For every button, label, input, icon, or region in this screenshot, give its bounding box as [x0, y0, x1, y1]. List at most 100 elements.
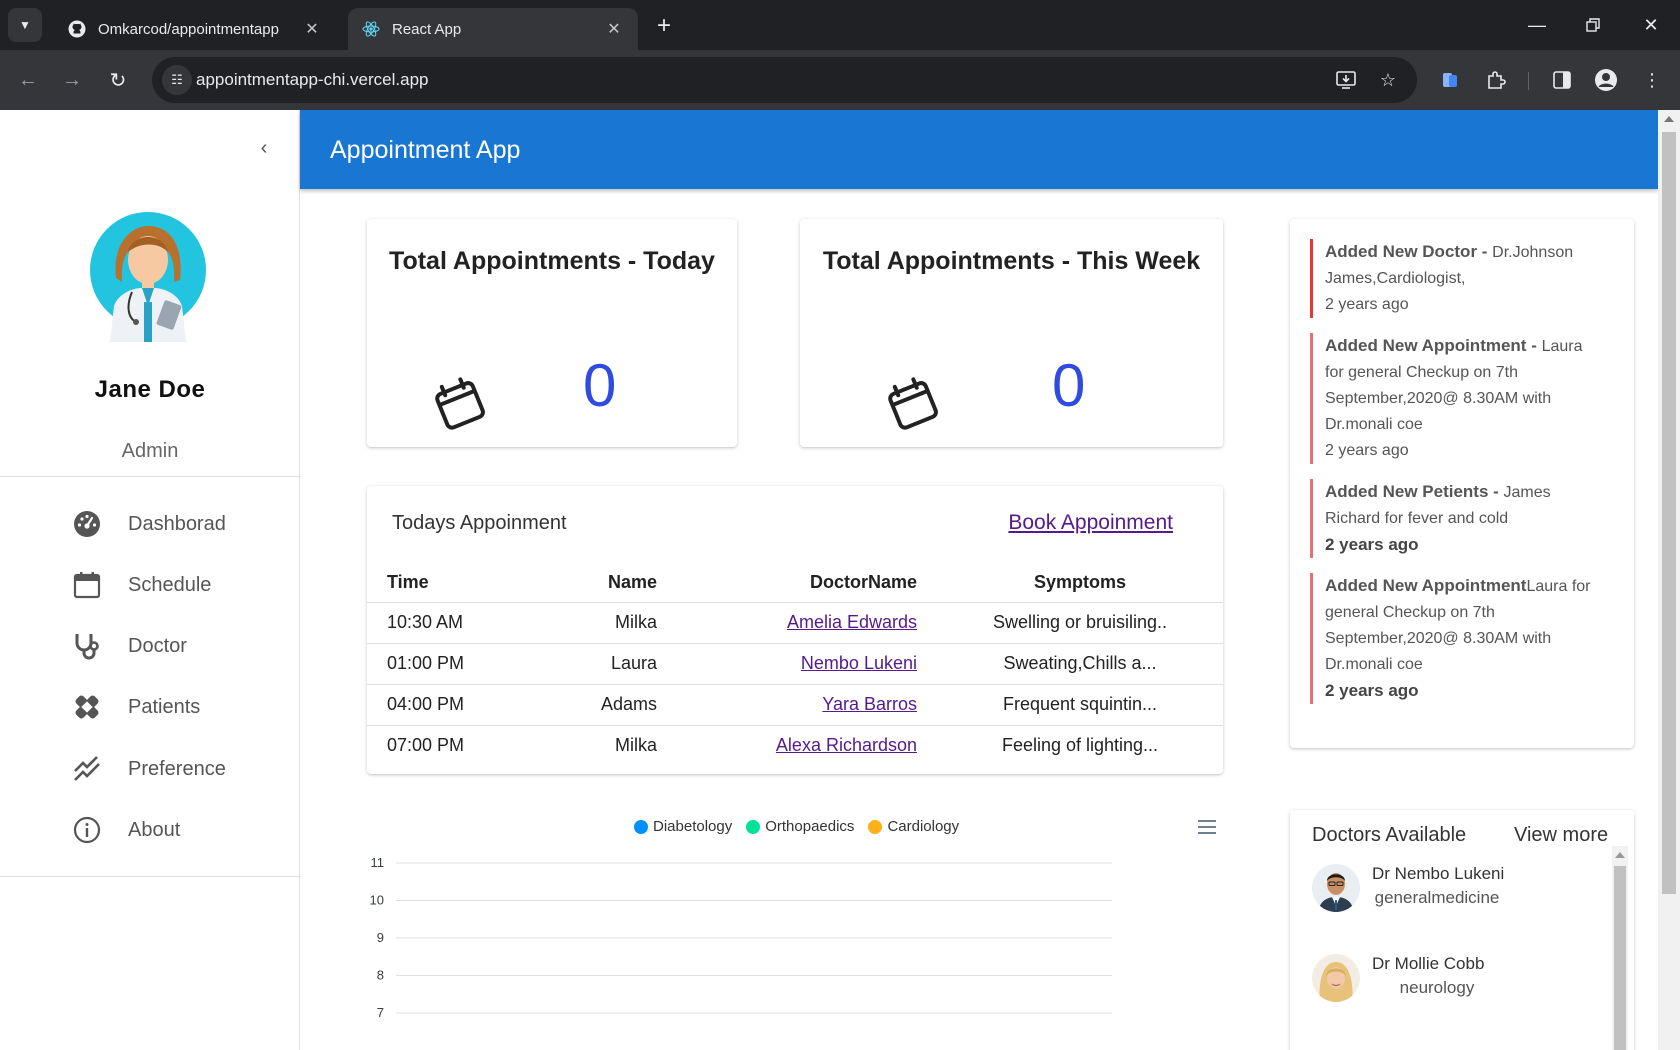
- forward-arrow-icon[interactable]: →: [56, 64, 88, 96]
- activity-title: Added New Doctor -: [1325, 242, 1493, 261]
- chevron-left-icon[interactable]: ‹: [252, 136, 276, 160]
- react-icon: [362, 20, 380, 38]
- page-scrollbar[interactable]: [1658, 110, 1680, 1050]
- legend-item[interactable]: Orthopaedics: [746, 818, 854, 835]
- book-appointment-link[interactable]: Book Appoinment: [1008, 511, 1173, 535]
- view-more-link[interactable]: View more: [1514, 824, 1608, 847]
- reload-icon[interactable]: ↻: [102, 64, 134, 96]
- cell-symptoms: Sweating,Chills a...: [937, 642, 1223, 684]
- legend-dot: [746, 819, 761, 834]
- table-header-row: Time Name DoctorName Symptoms: [367, 564, 1223, 602]
- legend-item[interactable]: Cardiology: [868, 818, 959, 835]
- install-app-icon[interactable]: [1332, 66, 1360, 94]
- extension-app-icon[interactable]: [1434, 64, 1466, 96]
- doctor-avatar: [1312, 954, 1360, 1002]
- doctor-link[interactable]: Yara Barros: [822, 694, 917, 714]
- sidebar-item-preference[interactable]: Preference: [0, 743, 300, 795]
- trend-icon: [72, 754, 102, 784]
- activity-item: Added New Petients - James Richard for f…: [1310, 479, 1600, 558]
- info-icon: [72, 815, 102, 845]
- column-header-time: Time: [387, 572, 429, 593]
- browser-menu-icon[interactable]: ⋮: [1636, 64, 1668, 96]
- chart-menu-icon[interactable]: [1196, 818, 1218, 836]
- new-tab-plus-icon[interactable]: +: [650, 12, 678, 40]
- app-header: Appointment App: [300, 110, 1658, 189]
- close-icon[interactable]: ✕: [302, 19, 322, 39]
- line-chart: 1110987s: [370, 855, 1112, 1020]
- sidebar-item-patients[interactable]: Patients: [0, 681, 300, 733]
- calendar-icon: [72, 570, 102, 600]
- doctor-name: Dr Mollie Cobb: [1372, 954, 1485, 973]
- cell-time: 04:00 PM: [367, 683, 547, 725]
- cell-name: Adams: [547, 683, 677, 725]
- activity-title: Added New Petients -: [1325, 482, 1504, 501]
- activity-card: Added New Doctor - Dr.Johnson James,Card…: [1290, 219, 1634, 748]
- doctor-link[interactable]: Nembo Lukeni: [801, 653, 917, 673]
- legend-label: Orthopaedics: [765, 818, 855, 835]
- sidebar-item-dashboard[interactable]: Dashborad: [0, 498, 300, 550]
- sidebar-item-label: About: [128, 818, 181, 841]
- stat-card-today: Total Appointments - Today 0: [367, 219, 737, 447]
- user-role: Admin: [121, 440, 179, 462]
- sidebar-item-about[interactable]: About: [0, 804, 300, 856]
- chevron-down-icon: ▼: [19, 18, 31, 32]
- bandage-icon: [72, 692, 102, 722]
- cell-name: Milka: [547, 724, 677, 766]
- close-icon[interactable]: ✕: [604, 19, 624, 39]
- extensions-puzzle-icon[interactable]: [1480, 64, 1512, 96]
- profile-avatar-icon[interactable]: [1590, 64, 1622, 96]
- browser-tab-bar: ▼ Omkarcod/appointmentapp ✕ React App ✕ …: [0, 0, 1680, 50]
- minimize-icon[interactable]: —: [1522, 10, 1552, 40]
- stat-title: Total Appointments - Today: [389, 247, 715, 275]
- tab-title: Omkarcod/appointmentapp: [98, 20, 279, 38]
- sidebar-item-label: Dashborad: [128, 512, 226, 535]
- restore-icon[interactable]: [1578, 10, 1608, 40]
- divider: [0, 476, 300, 477]
- table-row: 10:30 AM Milka Amelia Edwards Swelling o…: [367, 601, 1223, 643]
- table-row: 07:00 PM Milka Alexa Richardson Feeling …: [367, 724, 1223, 766]
- cell-symptoms: Frequent squintin...: [937, 683, 1223, 725]
- sidebar-item-label: Patients: [128, 695, 201, 718]
- activity-time: 2 years ago: [1325, 296, 1409, 313]
- back-arrow-icon[interactable]: ←: [12, 64, 44, 96]
- sidebar-item-schedule[interactable]: Schedule: [0, 559, 300, 611]
- doctor-link[interactable]: Alexa Richardson: [776, 735, 917, 755]
- sidebar: ‹ Jane Doe Admin Dashborad Schedule Doct…: [0, 110, 300, 1050]
- address-bar[interactable]: ☷ appointmentapp-chi.vercel.app ☆: [152, 57, 1417, 103]
- doctor-specialty: generalmedicine: [1374, 888, 1500, 907]
- sidebar-item-label: Preference: [128, 757, 226, 780]
- y-tick-label: 10: [370, 893, 384, 908]
- dashboard-gauge-icon: [72, 509, 102, 539]
- y-tick-label: 11: [371, 855, 385, 870]
- side-panel-icon[interactable]: [1546, 64, 1578, 96]
- activity-item: Added New Doctor - Dr.Johnson James,Card…: [1310, 239, 1600, 318]
- activity-time: 2 years ago: [1325, 442, 1409, 459]
- site-settings-icon[interactable]: ☷: [162, 65, 192, 95]
- stat-card-week: Total Appointments - This Week 0: [800, 219, 1223, 447]
- table-row: 01:00 PM Laura Nembo Lukeni Sweating,Chi…: [367, 642, 1223, 684]
- doctors-scrollbar[interactable]: [1612, 846, 1628, 1050]
- browser-tab-github[interactable]: Omkarcod/appointmentapp ✕: [54, 8, 336, 50]
- bookmark-star-icon[interactable]: ☆: [1374, 66, 1402, 94]
- legend-item[interactable]: Diabetology: [634, 818, 732, 835]
- doctor-list-item[interactable]: Dr Nembo Lukeni generalmedicine: [1312, 860, 1602, 920]
- todays-appointments-card: Todays Appoinment Book Appoinment Time N…: [367, 486, 1223, 774]
- cell-symptoms: Feeling of lighting...: [937, 724, 1223, 766]
- sidebar-item-label: Doctor: [128, 634, 187, 657]
- cell-time: 10:30 AM: [367, 601, 547, 643]
- doctor-name: Dr Nembo Lukeni: [1372, 864, 1505, 883]
- legend-label: Cardiology: [887, 818, 960, 835]
- tab-search-button[interactable]: ▼: [8, 8, 42, 42]
- page-title: Appointment App: [330, 136, 521, 164]
- stat-value: 0: [1052, 352, 1086, 419]
- activity-item: Added New Appointment - Laura for genera…: [1310, 333, 1600, 464]
- sidebar-item-label: Schedule: [128, 573, 212, 596]
- doctor-link[interactable]: Amelia Edwards: [787, 612, 917, 632]
- browser-tab-react-app[interactable]: React App ✕: [348, 8, 638, 50]
- sidebar-item-doctor[interactable]: Doctor: [0, 620, 300, 672]
- doctors-title: Doctors Available: [1312, 824, 1467, 846]
- github-icon: [68, 20, 86, 38]
- doctor-list-item[interactable]: Dr Mollie Cobb neurology: [1312, 950, 1602, 1010]
- legend-dot: [868, 819, 883, 834]
- window-close-icon[interactable]: ✕: [1636, 10, 1666, 40]
